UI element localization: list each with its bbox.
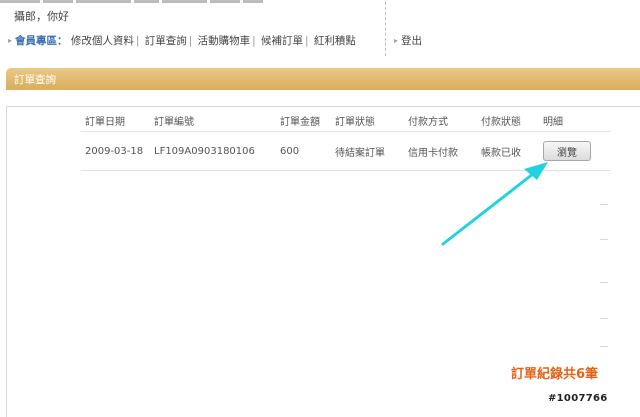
annotation-arrow-icon: [441, 162, 548, 246]
watermark: #1007766: [548, 393, 608, 404]
record-count: 訂單紀錄共6筆: [511, 367, 599, 382]
